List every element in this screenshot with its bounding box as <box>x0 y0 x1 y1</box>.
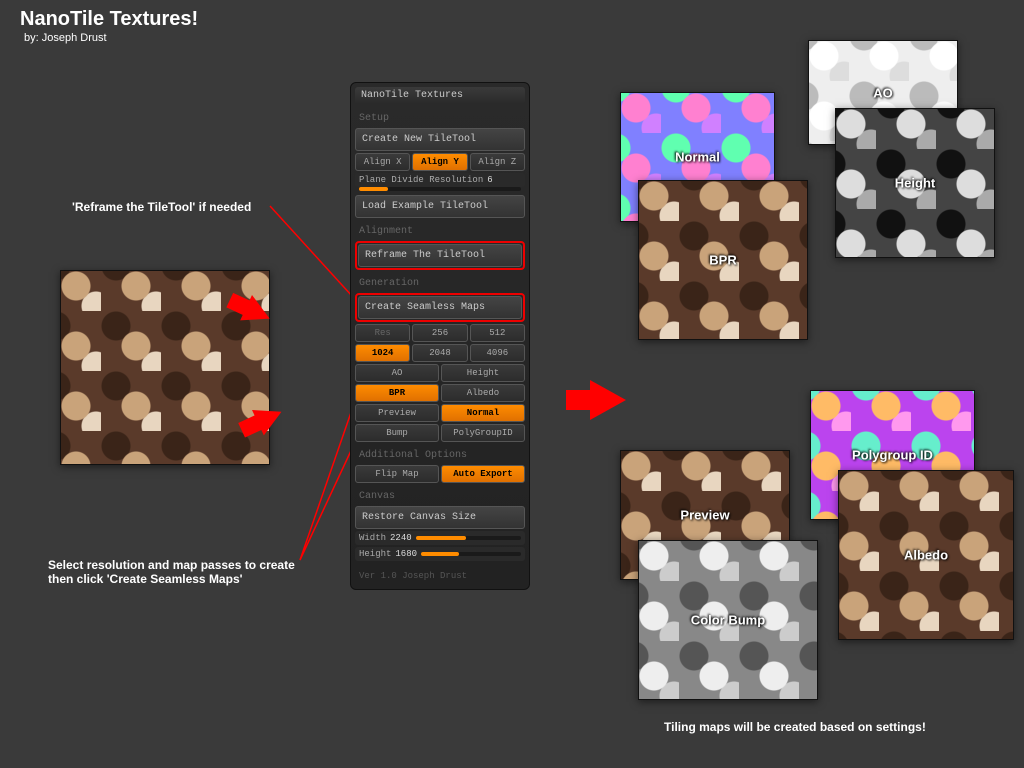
plane-divide-value: 6 <box>487 175 492 185</box>
plane-divide-slider[interactable]: Plane Divide Resolution 6 <box>355 173 525 187</box>
page-title: NanoTile Textures! <box>20 8 198 31</box>
label-preview: Preview <box>680 508 729 523</box>
align-y-button[interactable]: Align Y <box>412 153 467 171</box>
label-ao: AO <box>873 85 893 100</box>
create-seamless-maps-button[interactable]: Create Seamless Maps <box>358 296 522 319</box>
restore-canvas-button[interactable]: Restore Canvas Size <box>355 506 525 529</box>
auto-export-button[interactable]: Auto Export <box>441 465 525 483</box>
map-height-button[interactable]: Height <box>441 364 525 382</box>
section-setup: Setup <box>355 107 525 126</box>
align-z-button[interactable]: Align Z <box>470 153 525 171</box>
section-canvas: Canvas <box>355 485 525 504</box>
res-row-2: 1024 2048 4096 <box>355 344 525 362</box>
label-height: Height <box>895 176 935 191</box>
output-height: Height <box>835 108 995 258</box>
output-albedo: Albedo <box>838 470 1014 640</box>
res-1024-button[interactable]: 1024 <box>355 344 410 362</box>
reframe-tiletool-button[interactable]: Reframe The TileTool <box>358 244 522 267</box>
annotation-select-res-2: then click 'Create Seamless Maps' <box>48 572 242 586</box>
label-normal: Normal <box>675 150 720 165</box>
res-row-1: Res 256 512 <box>355 324 525 342</box>
label-albedo: Albedo <box>904 548 948 563</box>
canvas-height-slider[interactable]: Height 1680 <box>355 547 525 561</box>
align-x-button[interactable]: Align X <box>355 153 410 171</box>
label-polygroup: Polygroup ID <box>852 448 933 463</box>
align-row: Align X Align Y Align Z <box>355 153 525 171</box>
annotation-footer: Tiling maps will be created based on set… <box>664 720 926 734</box>
panel-title: NanoTile Textures <box>355 87 525 104</box>
res-label: Res <box>355 324 410 342</box>
annotation-reframe: 'Reframe the TileTool' if needed <box>72 200 251 214</box>
map-polygroup-button[interactable]: PolyGroupID <box>441 424 525 442</box>
annotation-select-res-1: Select resolution and map passes to crea… <box>48 558 295 572</box>
section-alignment: Alignment <box>355 220 525 239</box>
label-bpr: BPR <box>709 253 736 268</box>
map-albedo-button[interactable]: Albedo <box>441 384 525 402</box>
plane-divide-label: Plane Divide Resolution <box>359 175 483 185</box>
nanotile-panel: NanoTile Textures Setup Create New TileT… <box>350 82 530 590</box>
map-normal-button[interactable]: Normal <box>441 404 525 422</box>
res-4096-button[interactable]: 4096 <box>470 344 525 362</box>
create-tiletool-button[interactable]: Create New TileTool <box>355 128 525 151</box>
label-colorbump: Color Bump <box>691 613 765 628</box>
res-2048-button[interactable]: 2048 <box>412 344 467 362</box>
map-bpr-button[interactable]: BPR <box>355 384 439 402</box>
panel-credit: Ver 1.0 Joseph Drust <box>355 563 525 585</box>
res-512-button[interactable]: 512 <box>470 324 525 342</box>
width-label: Width <box>359 533 386 543</box>
canvas-width-slider[interactable]: Width 2240 <box>355 531 525 545</box>
output-colorbump: Color Bump <box>638 540 818 700</box>
load-example-button[interactable]: Load Example TileTool <box>355 195 525 218</box>
res-256-button[interactable]: 256 <box>412 324 467 342</box>
page-subtitle: by: Joseph Drust <box>24 32 107 44</box>
section-generation: Generation <box>355 272 525 291</box>
height-label: Height <box>359 549 391 559</box>
height-value: 1680 <box>395 549 417 559</box>
map-bump-button[interactable]: Bump <box>355 424 439 442</box>
section-additional: Additional Options <box>355 444 525 463</box>
map-ao-button[interactable]: AO <box>355 364 439 382</box>
output-bpr: BPR <box>638 180 808 340</box>
flip-map-button[interactable]: Flip Map <box>355 465 439 483</box>
map-preview-button[interactable]: Preview <box>355 404 439 422</box>
arrow-icon <box>590 380 626 420</box>
width-value: 2240 <box>390 533 412 543</box>
